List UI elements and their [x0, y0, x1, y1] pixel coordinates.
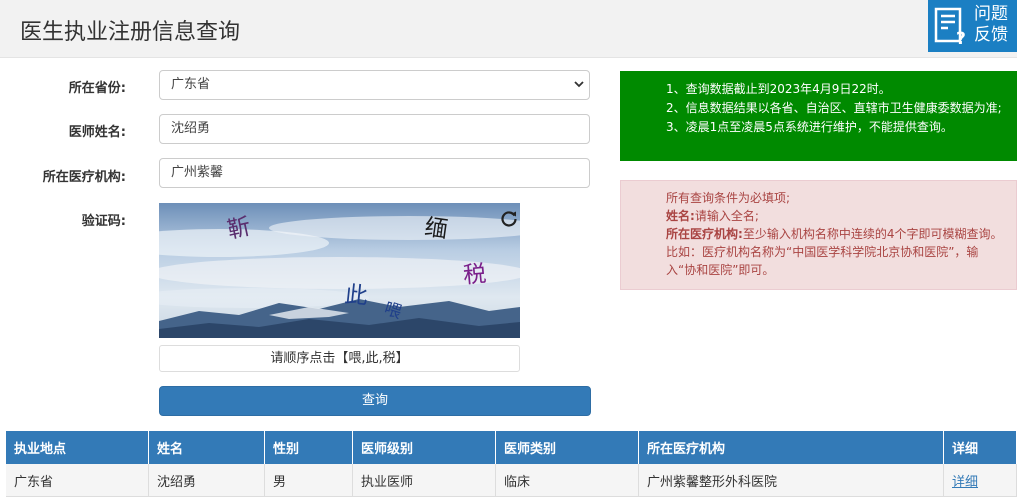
info-notice: 1、查询数据截止到2023年4月9日22时。 2、信息数据结果以各省、自治区、直… [620, 71, 1017, 161]
table-cell: 广州紫馨整形外科医院 [638, 464, 944, 497]
requirements-name-text: 请输入全名; [694, 209, 759, 223]
institution-input[interactable]: 广州紫馨 [159, 158, 590, 188]
detail-link[interactable]: 详细 [952, 475, 978, 490]
table-row: 广东省 沈绍勇 男 执业医师 临床 广州紫馨整形外科医院 详细 [6, 464, 1017, 497]
table-cell: 临床 [495, 464, 639, 497]
svg-text:?: ? [956, 29, 966, 46]
column-header: 姓名 [148, 431, 265, 464]
institution-label: 所在医疗机构: [42, 170, 126, 185]
refresh-icon[interactable] [500, 210, 518, 228]
page-title: 医生执业注册信息查询 [20, 20, 241, 45]
notice-line: 2、信息数据结果以各省、自治区、直辖市卫生健康委数据为准; [666, 101, 1002, 115]
requirements-name-line: 姓名:请输入全名; [666, 207, 1006, 225]
institution-input-value: 广州紫馨 [171, 165, 224, 180]
province-selected-value: 广东省 [171, 77, 211, 92]
results-table: 执业地点 姓名 性别 医师级别 医师类别 所在医疗机构 详细 广东省 沈绍勇 男… [6, 431, 1017, 497]
name-label: 医师姓名: [68, 125, 126, 140]
captcha-char: 此 [343, 281, 369, 311]
table-cell: 男 [264, 464, 353, 497]
column-header: 医师类别 [495, 431, 639, 464]
column-header: 执业地点 [6, 431, 149, 464]
requirements-line: 所有查询条件为必填项; [666, 191, 791, 205]
requirements-institution-line: 所在医疗机构:至少输入机构名称中连续的4个字即可模糊查询。比如：医疗机构名称为“… [666, 225, 1006, 279]
table-cell: 详细 [943, 464, 1017, 497]
captcha-char: 缅 [422, 214, 450, 244]
notice-line: 1、查询数据截止到2023年4月9日22时。 [666, 82, 891, 96]
query-button[interactable]: 查询 [159, 386, 591, 416]
requirements-name-label: 姓名: [666, 209, 695, 223]
table-cell: 执业医师 [352, 464, 496, 497]
table-header-row: 执业地点 姓名 性别 医师级别 医师类别 所在医疗机构 详细 [6, 431, 1017, 464]
name-input[interactable]: 沈绍勇 [159, 114, 590, 144]
captcha-label: 验证码: [81, 214, 126, 229]
notice-line: 3、凌晨1点至凌晨5点系统进行维护，不能提供查询。 [666, 120, 953, 134]
feedback-icon: ? [934, 7, 966, 46]
captcha-hint: 请顺序点击【喂,此,税】 [159, 345, 520, 372]
table-cell: 沈绍勇 [148, 464, 265, 497]
captcha-image[interactable]: 靳 缅 税 此 喂 [159, 203, 520, 338]
province-select[interactable]: 广东省 [159, 70, 590, 100]
province-label: 所在省份: [68, 81, 126, 96]
column-header: 医师级别 [352, 431, 496, 464]
table-cell: 广东省 [6, 464, 149, 497]
column-header: 性别 [264, 431, 353, 464]
feedback-label: 问题反馈 [974, 4, 1008, 45]
page-header: 医生执业注册信息查询 [0, 0, 1017, 58]
column-header: 详细 [943, 431, 1017, 464]
captcha-char: 税 [462, 261, 488, 289]
feedback-button[interactable]: ? 问题反馈 [928, 0, 1017, 52]
requirements-notice: 所有查询条件为必填项; 姓名:请输入全名; 所在医疗机构:至少输入机构名称中连续… [620, 180, 1017, 290]
column-header: 所在医疗机构 [638, 431, 944, 464]
name-input-value: 沈绍勇 [171, 121, 211, 136]
requirements-institution-label: 所在医疗机构: [666, 227, 743, 241]
